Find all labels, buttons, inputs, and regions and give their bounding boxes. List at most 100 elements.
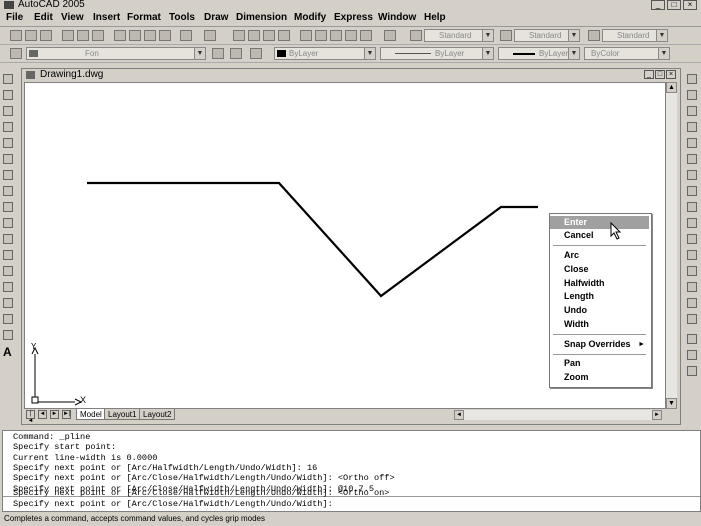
prev-tab-icon[interactable]: ◄: [38, 410, 47, 419]
menu-express[interactable]: Express: [334, 12, 373, 23]
undo-icon[interactable]: [180, 30, 192, 41]
rotate-icon[interactable]: [687, 170, 697, 180]
vertical-scrollbar[interactable]: ▲ ▼: [666, 82, 677, 409]
dim-style-select[interactable]: Standard ▼: [514, 29, 580, 42]
tab-layout1[interactable]: Layout1: [104, 409, 141, 420]
make-current-layer-icon[interactable]: [212, 48, 224, 59]
match-properties-icon[interactable]: [159, 30, 171, 41]
circle-icon[interactable]: [3, 170, 13, 180]
zoom-realtime-icon[interactable]: [248, 30, 260, 41]
ellipse-arc-icon[interactable]: [3, 234, 13, 244]
construction-line-icon[interactable]: [3, 90, 13, 100]
arc-icon[interactable]: [3, 154, 13, 164]
mirror-icon[interactable]: [687, 106, 697, 116]
plot-icon[interactable]: [62, 30, 74, 41]
layer-extra-icon[interactable]: [250, 48, 262, 59]
paste-icon[interactable]: [144, 30, 156, 41]
stretch-icon[interactable]: [687, 202, 697, 212]
extend-icon[interactable]: [687, 234, 697, 244]
table-icon[interactable]: [3, 330, 13, 340]
first-tab-icon[interactable]: |◄: [26, 410, 35, 424]
fillet-icon[interactable]: [687, 298, 697, 308]
minimize-button[interactable]: _: [651, 0, 665, 10]
command-window[interactable]: Command: _pline Specify start point: Cur…: [2, 430, 701, 512]
redo-icon[interactable]: [204, 30, 216, 41]
menu-window[interactable]: Window: [378, 12, 416, 23]
layer-select[interactable]: Fon ▼: [26, 47, 206, 60]
menu-format[interactable]: Format: [127, 12, 161, 23]
scroll-up-icon[interactable]: ▲: [666, 82, 677, 93]
save-icon[interactable]: [40, 30, 52, 41]
rectangle-icon[interactable]: [3, 138, 13, 148]
ellipse-icon[interactable]: [3, 218, 13, 228]
open-icon[interactable]: [25, 30, 37, 41]
drawing-close-button[interactable]: ×: [666, 70, 676, 79]
linetype-select[interactable]: ByLayer ▼: [380, 47, 494, 60]
plotstyle-select[interactable]: ByColor ▼: [584, 47, 670, 60]
draw-order-icon[interactable]: [687, 334, 697, 344]
menu-help[interactable]: Help: [424, 12, 446, 23]
markup-icon[interactable]: [360, 30, 372, 41]
layer-manager-icon[interactable]: [10, 48, 22, 59]
help-icon[interactable]: [384, 30, 396, 41]
close-button[interactable]: ×: [683, 0, 697, 10]
scroll-down-icon[interactable]: ▼: [666, 398, 677, 409]
table-style-icon[interactable]: [588, 30, 600, 41]
text-style-icon[interactable]: [410, 30, 422, 41]
explode-icon[interactable]: [687, 314, 697, 324]
properties-icon[interactable]: [300, 30, 312, 41]
menu-item-close[interactable]: Close: [550, 263, 649, 276]
plot-preview-icon[interactable]: [77, 30, 89, 41]
menu-dimension[interactable]: Dimension: [236, 12, 287, 23]
zoom-window-icon[interactable]: [263, 30, 275, 41]
polyline-icon[interactable]: [3, 106, 13, 116]
lineweight-select[interactable]: ByLayer ▼: [498, 47, 580, 60]
region-icon[interactable]: [3, 314, 13, 324]
tab-layout2[interactable]: Layout2: [139, 409, 176, 420]
zoom-previous-icon[interactable]: [278, 30, 290, 41]
menu-item-length[interactable]: Length: [550, 290, 649, 303]
menu-view[interactable]: View: [61, 12, 84, 23]
make-block-icon[interactable]: [3, 266, 13, 276]
horizontal-scrollbar[interactable]: ◄ ►: [454, 410, 662, 420]
menu-item-arc[interactable]: Arc: [550, 249, 649, 262]
publish-icon[interactable]: [92, 30, 104, 41]
new-icon[interactable]: [10, 30, 22, 41]
text-style-select[interactable]: Standard ▼: [424, 29, 494, 42]
pan-icon[interactable]: [233, 30, 245, 41]
menu-item-cancel[interactable]: Cancel: [550, 229, 649, 242]
last-tab-icon[interactable]: ►|: [62, 410, 71, 419]
revision-cloud-icon[interactable]: [3, 186, 13, 196]
join-icon[interactable]: [687, 266, 697, 276]
cut-icon[interactable]: [114, 30, 126, 41]
menu-file[interactable]: File: [6, 12, 23, 23]
menu-item-undo[interactable]: Undo: [550, 304, 649, 317]
drawing-maximize-button[interactable]: □: [655, 70, 665, 79]
copy-object-icon[interactable]: [687, 90, 697, 100]
menu-modify[interactable]: Modify: [294, 12, 326, 23]
menu-item-zoom[interactable]: Zoom: [550, 371, 649, 384]
tool-palettes-icon[interactable]: [330, 30, 342, 41]
bring-to-front-icon[interactable]: [687, 350, 697, 360]
send-to-back-icon[interactable]: [687, 366, 697, 376]
drawing-minimize-button[interactable]: _: [644, 70, 654, 79]
menu-item-enter[interactable]: Enter: [550, 216, 649, 229]
color-select[interactable]: ByLayer ▼: [274, 47, 376, 60]
next-tab-icon[interactable]: ►: [50, 410, 59, 419]
scroll-left-icon[interactable]: ◄: [454, 410, 464, 420]
menu-tools[interactable]: Tools: [169, 12, 195, 23]
point-icon[interactable]: [3, 282, 13, 292]
move-icon[interactable]: [687, 154, 697, 164]
menu-draw[interactable]: Draw: [204, 12, 228, 23]
menu-item-snap-overrides[interactable]: Snap Overrides: [550, 338, 649, 351]
hatch-icon[interactable]: [3, 298, 13, 308]
design-center-icon[interactable]: [315, 30, 327, 41]
layer-previous-icon[interactable]: [230, 48, 242, 59]
line-icon[interactable]: [3, 74, 13, 84]
trim-icon[interactable]: [687, 218, 697, 228]
multiline-text-icon[interactable]: A: [3, 345, 12, 359]
offset-icon[interactable]: [687, 122, 697, 132]
break-icon[interactable]: [687, 250, 697, 260]
menu-insert[interactable]: Insert: [93, 12, 120, 23]
dim-style-icon[interactable]: [500, 30, 512, 41]
